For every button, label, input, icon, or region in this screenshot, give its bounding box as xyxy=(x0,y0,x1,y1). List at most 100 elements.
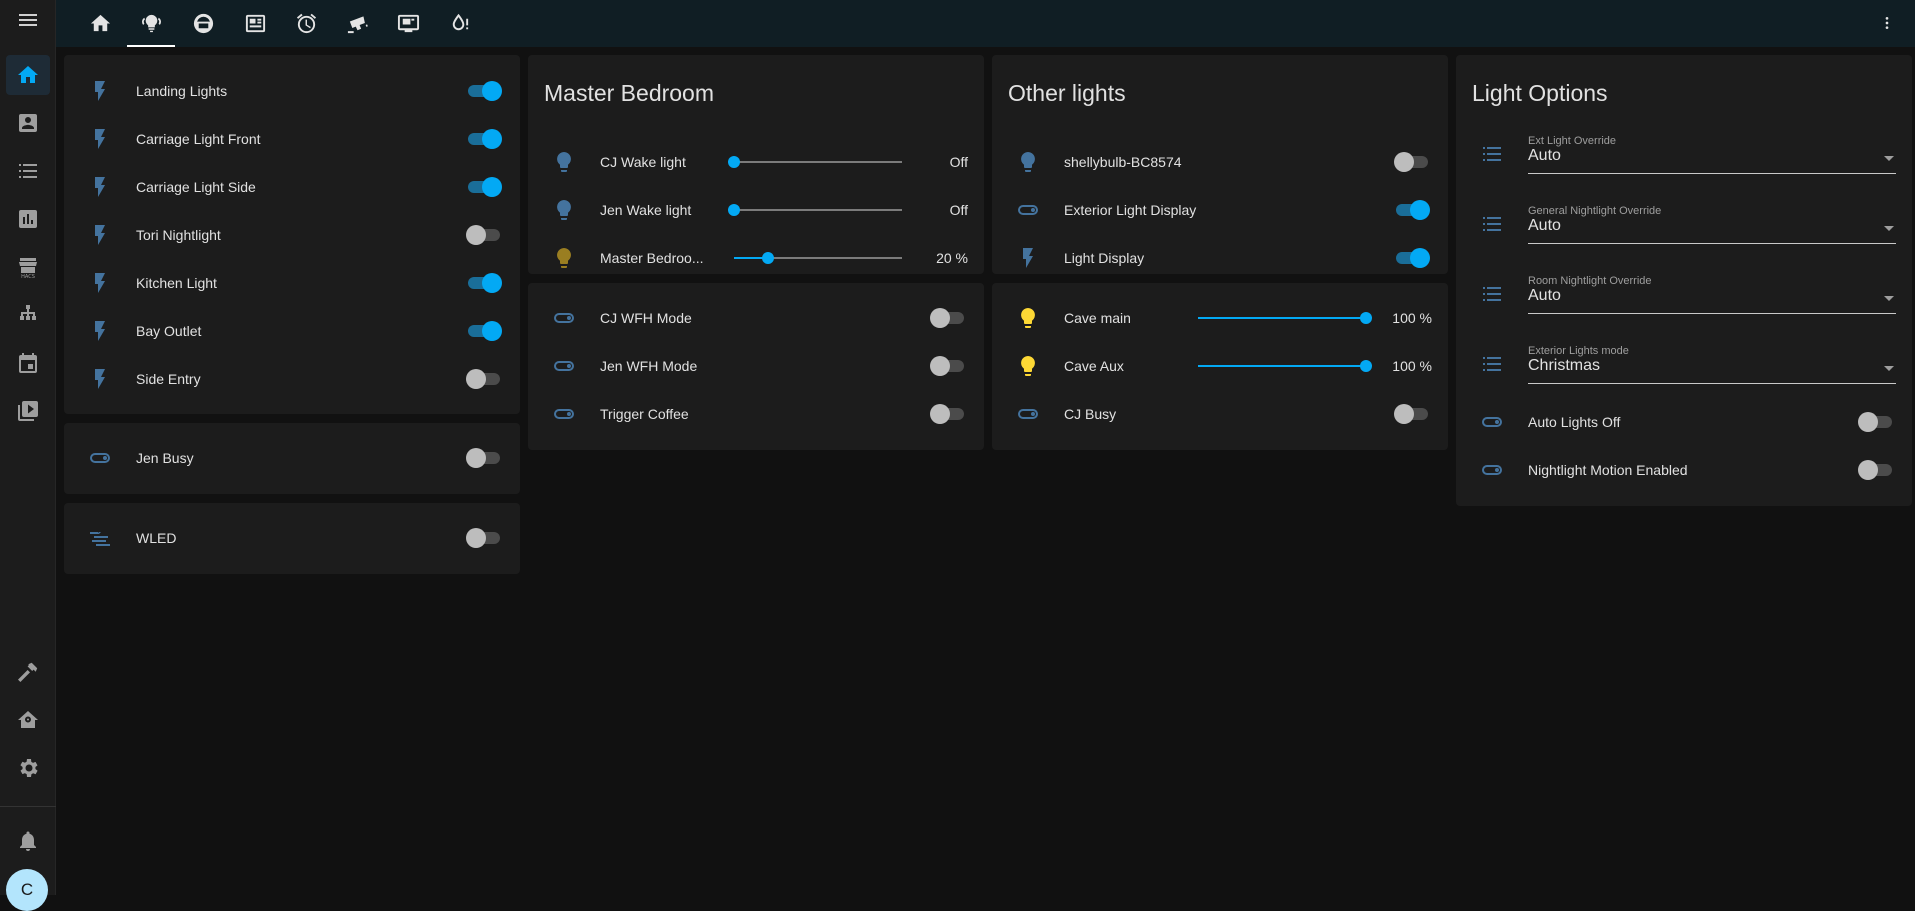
account-box-icon xyxy=(19,114,37,132)
lightbulb-icon xyxy=(1016,354,1040,378)
sidebar-item-supervisor[interactable] xyxy=(6,700,50,740)
entity-row-light-display[interactable]: Light Display xyxy=(992,238,1448,278)
select-value: Auto xyxy=(1528,217,1561,234)
sidebar-item-profile[interactable] xyxy=(6,103,50,143)
toggle-switch[interactable] xyxy=(1858,412,1894,432)
tab-cameras[interactable] xyxy=(333,0,381,47)
entity-row-carriage-light-side[interactable]: Carriage Light Side xyxy=(64,167,520,207)
toggle-switch[interactable] xyxy=(1394,200,1430,220)
tab-bedroom[interactable] xyxy=(179,0,227,47)
format-list-icon xyxy=(1480,212,1504,236)
entity-row-jen-wfh-mode[interactable]: Jen WFH Mode xyxy=(528,346,984,386)
sidebar-item-calendar[interactable] xyxy=(6,343,50,383)
bed-icon xyxy=(193,13,213,34)
more-options-button[interactable] xyxy=(1879,8,1895,38)
toggle-switch[interactable] xyxy=(466,369,502,389)
entity-row-trigger-coffee[interactable]: Trigger Coffee xyxy=(528,394,984,434)
entity-row-cj-busy[interactable]: CJ Busy xyxy=(992,394,1448,434)
ext-light-override-select[interactable]: Ext Light Override Auto xyxy=(1528,130,1896,186)
tab-home[interactable] xyxy=(76,0,124,47)
store-hacs-icon: HACS xyxy=(19,258,37,279)
select-label: Exterior Lights mode xyxy=(1528,345,1629,357)
toggle-switch[interactable] xyxy=(930,404,966,424)
lightbulb-group-icon xyxy=(141,14,161,33)
brightness-slider[interactable] xyxy=(728,202,902,218)
tab-water[interactable] xyxy=(435,0,483,47)
select-value: Auto xyxy=(1528,287,1561,304)
brightness-slider[interactable] xyxy=(1198,358,1372,374)
brightness-slider[interactable] xyxy=(728,154,902,170)
sidebar-item-settings[interactable] xyxy=(6,748,50,788)
select-label: Room Nightlight Override xyxy=(1528,275,1652,287)
exterior-lights-mode-select[interactable]: Exterior Lights mode Christmas xyxy=(1528,340,1896,396)
entity-name: Nightlight Motion Enabled xyxy=(1528,462,1688,478)
entity-row-cj-wake-light[interactable]: CJ Wake light Off xyxy=(528,142,984,182)
tab-display[interactable] xyxy=(384,0,432,47)
entity-row-wled[interactable]: WLED xyxy=(64,518,520,558)
entity-row-carriage-light-front[interactable]: Carriage Light Front xyxy=(64,119,520,159)
sidebar-item-notifications[interactable] xyxy=(6,821,50,861)
other-lights-card: Other lights shellybulb-BC8574 Exterior … xyxy=(992,55,1448,274)
entity-row-master-bedroom-light[interactable]: Master Bedroo... 20 % xyxy=(528,238,984,278)
sidebar-item-overview[interactable] xyxy=(6,55,50,95)
entity-row-jen-busy[interactable]: Jen Busy xyxy=(64,438,520,478)
toggle-switch[interactable] xyxy=(930,356,966,376)
select-value: Auto xyxy=(1528,147,1561,164)
entity-name: Kitchen Light xyxy=(136,275,217,291)
entity-row-nightlight-motion-enabled[interactable]: Nightlight Motion Enabled xyxy=(1456,450,1912,490)
menu-button[interactable] xyxy=(6,0,50,40)
toggle-switch[interactable] xyxy=(466,129,502,149)
entity-row-cj-wfh-mode[interactable]: CJ WFH Mode xyxy=(528,298,984,338)
entity-name: Landing Lights xyxy=(136,83,228,99)
entity-row-cave-main[interactable]: Cave main 100 % xyxy=(992,298,1448,338)
entity-row-auto-lights-off[interactable]: Auto Lights Off xyxy=(1456,402,1912,442)
entity-row-cave-aux[interactable]: Cave Aux 100 % xyxy=(992,346,1448,386)
avatar[interactable]: C xyxy=(6,869,48,911)
lightbulb-icon xyxy=(1016,306,1040,330)
entity-row-kitchen-light[interactable]: Kitchen Light xyxy=(64,263,520,303)
toggle-switch[interactable] xyxy=(466,273,502,293)
tab-alarms[interactable] xyxy=(282,0,330,47)
tab-news[interactable] xyxy=(231,0,279,47)
entity-row-jen-wake-light[interactable]: Jen Wake light Off xyxy=(528,190,984,230)
entity-row-landing-lights[interactable]: Landing Lights xyxy=(64,71,520,111)
entity-row-side-entry[interactable]: Side Entry xyxy=(64,359,520,399)
toggle-switch[interactable] xyxy=(466,528,502,548)
sidebar-item-media[interactable] xyxy=(6,391,50,431)
toggle-switch[interactable] xyxy=(466,448,502,468)
toggle-switch[interactable] xyxy=(466,177,502,197)
entity-row-tori-nightlight[interactable]: Tori Nightlight xyxy=(64,215,520,255)
entity-row-exterior-light-display[interactable]: Exterior Light Display xyxy=(992,190,1448,230)
entity-state: Off xyxy=(949,154,968,170)
flash-icon xyxy=(88,271,112,295)
brightness-slider[interactable] xyxy=(1198,310,1372,326)
toggle-switch[interactable] xyxy=(1394,404,1430,424)
sidebar-item-history[interactable] xyxy=(6,199,50,239)
svg-text:HACS: HACS xyxy=(21,274,35,279)
sidebar-divider xyxy=(0,806,56,807)
list-icon xyxy=(19,164,37,178)
toggle-switch[interactable] xyxy=(466,321,502,341)
toggle-switch[interactable] xyxy=(466,225,502,245)
sidebar-item-logbook[interactable] xyxy=(6,151,50,191)
bell-icon xyxy=(20,831,36,851)
toggle-switch[interactable] xyxy=(1858,460,1894,480)
flash-icon xyxy=(88,175,112,199)
toggle-switch[interactable] xyxy=(1394,152,1430,172)
brightness-slider[interactable] xyxy=(734,250,902,266)
general-nightlight-override-select[interactable]: General Nightlight Override Auto xyxy=(1528,200,1896,256)
toggle-switch[interactable] xyxy=(1394,248,1430,268)
tab-lights[interactable] xyxy=(127,0,175,47)
room-nightlight-override-select[interactable]: Room Nightlight Override Auto xyxy=(1528,270,1896,326)
view-tabs-bar xyxy=(56,0,1915,47)
gear-icon xyxy=(20,759,38,777)
toggle-switch[interactable] xyxy=(466,81,502,101)
flash-icon xyxy=(88,223,112,247)
led-strip-icon xyxy=(88,526,112,550)
sidebar-item-network[interactable] xyxy=(6,295,50,335)
entity-row-shellybulb[interactable]: shellybulb-BC8574 xyxy=(992,142,1448,182)
sidebar-item-hacs[interactable]: HACS xyxy=(6,247,50,287)
entity-row-bay-outlet[interactable]: Bay Outlet xyxy=(64,311,520,351)
toggle-switch[interactable] xyxy=(930,308,966,328)
sidebar-item-developer-tools[interactable] xyxy=(6,652,50,692)
